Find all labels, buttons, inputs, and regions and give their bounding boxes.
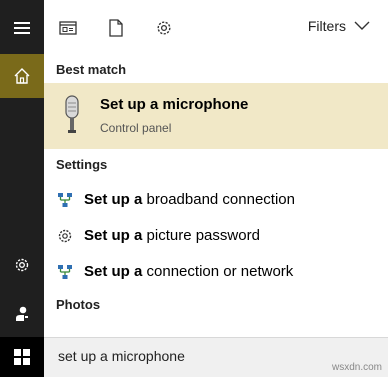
- search-toolbar: Filters: [44, 0, 388, 56]
- gear-icon: [15, 258, 29, 272]
- left-rail: [0, 0, 44, 377]
- settings-filter-button[interactable]: [152, 16, 176, 40]
- best-match-header: Best match: [56, 62, 127, 77]
- user-account-icon: [16, 306, 28, 321]
- photos-header: Photos: [56, 297, 101, 312]
- search-results: Best match Set up a microphone Control p…: [44, 56, 388, 337]
- settings-result-label: Set up a broadband connection: [84, 191, 295, 208]
- document-icon: [109, 19, 123, 37]
- filters-dropdown[interactable]: Filters: [308, 18, 370, 34]
- chevron-down-icon: [354, 21, 370, 30]
- best-match-title: Set up a microphone: [100, 96, 249, 113]
- microphone-icon: [65, 95, 79, 133]
- settings-result-label: Set up a picture password: [84, 227, 260, 244]
- settings-header: Settings: [56, 157, 108, 172]
- documents-filter-button[interactable]: [104, 16, 128, 40]
- filters-label: Filters: [307, 18, 346, 34]
- search-box[interactable]: wsxdn.com: [44, 337, 388, 377]
- watermark: wsxdn.com: [331, 362, 382, 373]
- user-icon[interactable]: [0, 292, 44, 336]
- settings-result-broadband[interactable]: Set up a broadband connection: [44, 182, 388, 216]
- settings-gear-icon[interactable]: [0, 243, 44, 287]
- apps-icon: [59, 21, 77, 35]
- windows-logo-icon: [14, 349, 30, 365]
- search-input[interactable]: [58, 348, 338, 364]
- gear-icon: [56, 227, 74, 245]
- home-icon-glyph: [14, 68, 30, 84]
- settings-result-label: Set up a connection or network: [84, 263, 294, 280]
- apps-filter-button[interactable]: [56, 16, 80, 40]
- network-icon: [56, 191, 74, 209]
- best-match-result[interactable]: Set up a microphone Control panel: [44, 83, 388, 149]
- settings-result-connection-network[interactable]: Set up a connection or network: [44, 254, 388, 288]
- hamburger-icon[interactable]: [0, 6, 44, 50]
- start-button[interactable]: [0, 337, 44, 377]
- gear-icon: [157, 21, 171, 35]
- network-icon: [56, 263, 74, 281]
- best-match-subtitle: Control panel: [100, 121, 172, 135]
- home-icon[interactable]: [0, 54, 44, 98]
- settings-result-picture-password[interactable]: Set up a picture password: [44, 218, 388, 252]
